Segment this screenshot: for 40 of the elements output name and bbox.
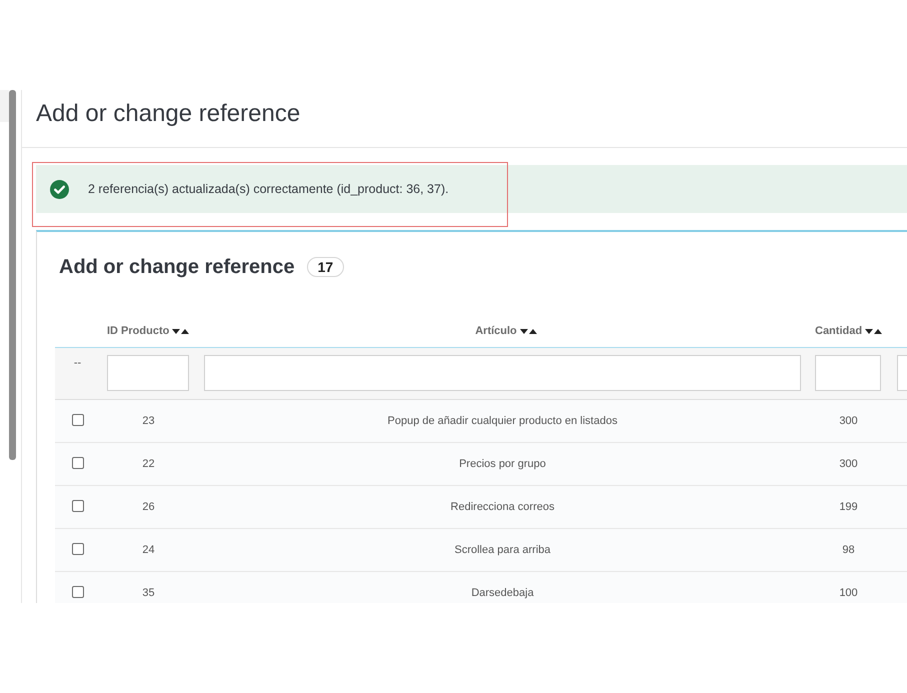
table-cell-text: 23 — [142, 414, 155, 429]
table-cell-text: 24 — [142, 542, 155, 558]
caret-up-icon[interactable] — [528, 328, 537, 334]
table-cell-text: 300 — [839, 414, 858, 429]
caret-down-icon[interactable] — [172, 328, 180, 334]
check-circle-icon — [50, 180, 69, 198]
column-header: Cantidad — [815, 324, 862, 339]
caret-up-icon[interactable] — [874, 328, 882, 334]
row-checkbox[interactable] — [72, 543, 84, 555]
scrollbar-thumb[interactable] — [9, 90, 16, 460]
row-checkbox[interactable] — [72, 500, 84, 512]
column-header: ID Producto — [107, 324, 170, 339]
row-checkbox[interactable] — [72, 457, 84, 469]
table-cell-text: 22 — [142, 456, 155, 472]
caret-up-icon[interactable] — [181, 328, 190, 334]
filter-reset[interactable]: -- — [74, 356, 82, 370]
table-cell-text: 35 — [142, 586, 155, 601]
table-cell-text: 98 — [842, 542, 855, 558]
sidebar-background — [0, 90, 9, 122]
table-cell-text: Precios por grupo — [459, 456, 546, 472]
filter-input[interactable] — [815, 355, 881, 391]
table-cell-text: Redirecciona correos — [450, 500, 554, 515]
count-badge: 17 — [306, 257, 344, 277]
table-cell-text: 26 — [142, 500, 155, 515]
panel-title: Add or change reference — [59, 255, 295, 279]
table-cell-text: 100 — [839, 586, 858, 601]
caret-down-icon[interactable] — [865, 328, 874, 334]
table-cell-text: 199 — [839, 500, 858, 515]
table-cell-text: Popup de añadir cualquier producto en listados — [388, 414, 618, 429]
table-cell-text: Scrollea para arriba — [454, 542, 550, 558]
filter-input[interactable] — [204, 355, 801, 391]
caret-down-icon[interactable] — [520, 328, 528, 334]
page-title: Add or change reference — [36, 99, 300, 129]
alert-message: 2 referencia(s) actualizada(s) correctamente (id_product: 36, 37). — [88, 180, 449, 198]
row-checkbox[interactable] — [72, 414, 84, 426]
column-header: Artículo — [475, 324, 517, 339]
table-cell-text: 300 — [839, 456, 858, 472]
table-cell-text: Darsedebaja — [471, 586, 534, 601]
filter-input[interactable] — [107, 355, 189, 391]
row-checkbox[interactable] — [72, 586, 84, 598]
